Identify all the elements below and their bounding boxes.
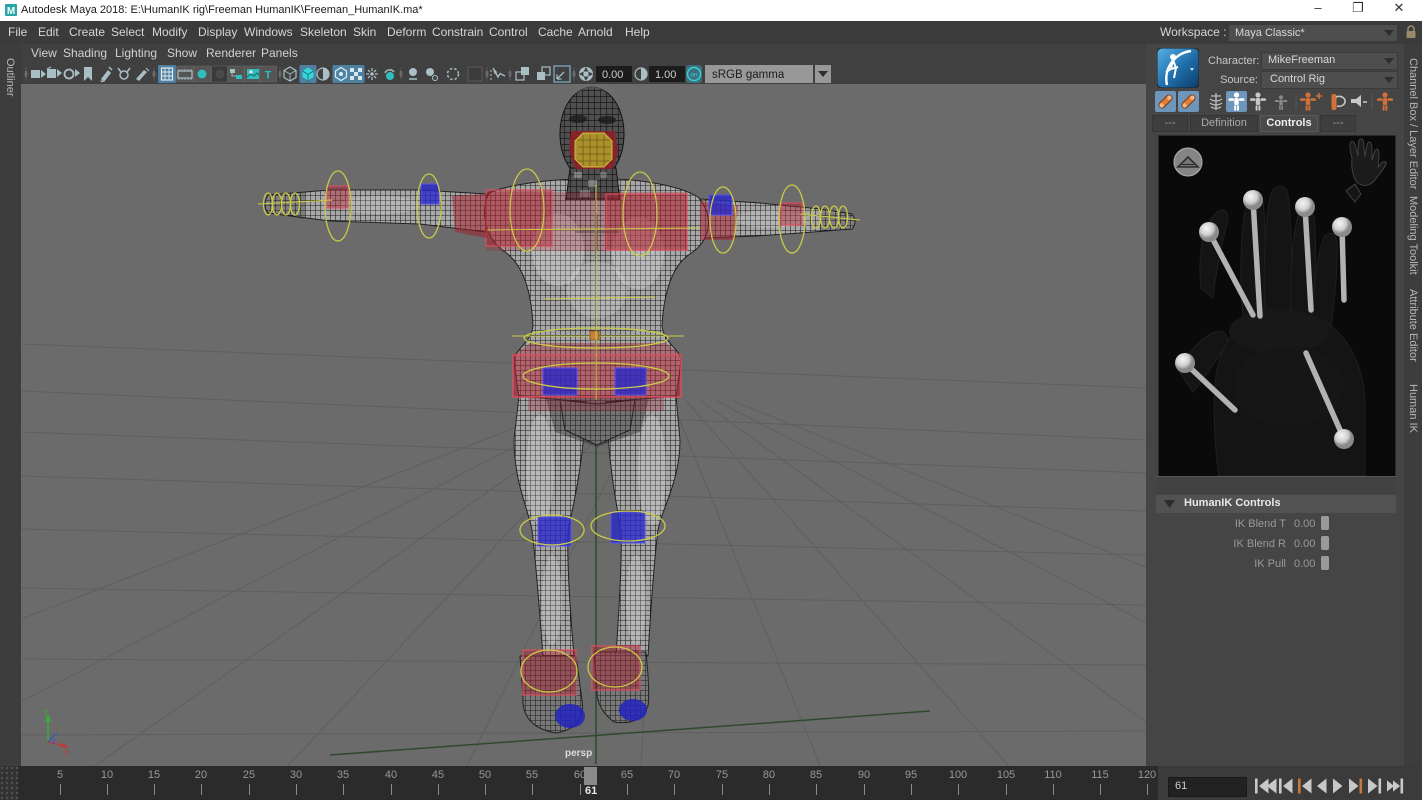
- svg-text:sRGB gamma: sRGB gamma: [712, 69, 785, 81]
- svg-text:0.00: 0.00: [602, 69, 623, 81]
- svg-text:X: X: [64, 748, 70, 757]
- svg-text:on: on: [690, 72, 698, 79]
- svg-text:persp: persp: [565, 748, 592, 759]
- svg-text:M: M: [7, 6, 15, 16]
- svg-text:1.00: 1.00: [655, 69, 676, 81]
- svg-text:z: z: [52, 737, 56, 746]
- svg-text:T: T: [265, 70, 272, 82]
- svg-text:Y: Y: [43, 709, 49, 718]
